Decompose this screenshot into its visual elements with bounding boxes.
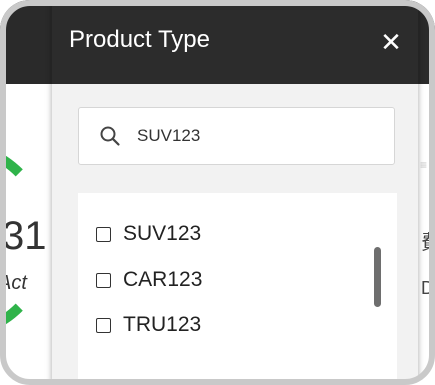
metric-value: 31 — [2, 214, 47, 258]
option-label: SUV123 — [123, 222, 202, 245]
checkbox[interactable] — [96, 317, 111, 333]
checkbox[interactable] — [96, 226, 111, 242]
background-text-fragment: ≡ — [420, 158, 428, 172]
option-label: CAR123 — [123, 268, 203, 291]
checkbox[interactable] — [96, 272, 111, 288]
search-field[interactable] — [78, 107, 395, 165]
options-list: SUV123 CAR123 TRU123 — [78, 193, 397, 385]
background-text-fragment: 費 — [421, 232, 435, 254]
close-icon[interactable]: ✕ — [379, 29, 403, 55]
search-icon — [100, 126, 120, 146]
product-type-dropdown: Product Type ✕ SUV123 CAR123 TRU123 — [52, 0, 418, 385]
metric-label: Act — [0, 272, 27, 294]
search-input[interactable] — [137, 120, 377, 152]
list-item[interactable]: CAR123 — [96, 265, 202, 295]
scrollbar-thumb[interactable] — [374, 247, 381, 307]
list-item[interactable]: TRU123 — [96, 310, 201, 340]
screenshot-frame: 31 Act ≡ 費 D Product Type ✕ SUV123 CAR12… — [0, 0, 435, 385]
list-item[interactable]: SUV123 — [96, 219, 201, 249]
dropdown-title: Product Type — [69, 26, 210, 53]
option-label: TRU123 — [123, 313, 202, 336]
background-text-fragment: D — [421, 278, 434, 298]
dropdown-header: Product Type ✕ — [52, 0, 418, 84]
